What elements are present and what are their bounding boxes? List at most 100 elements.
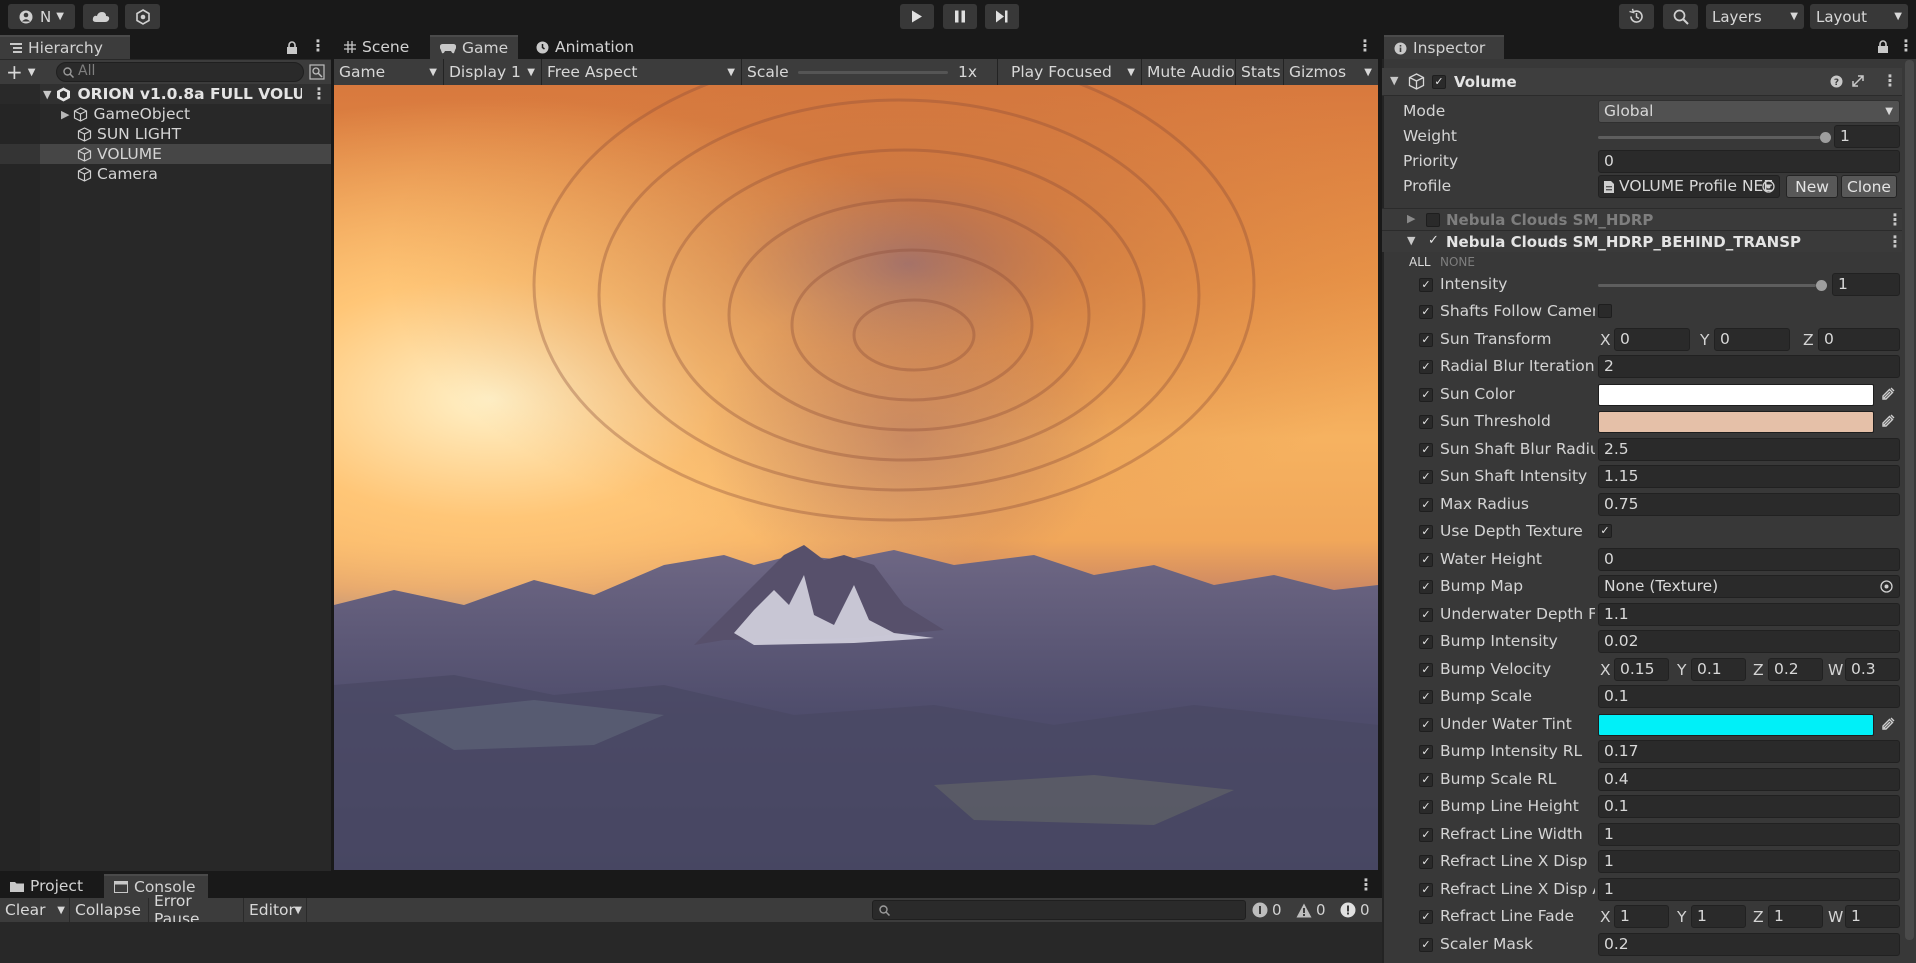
clear-dropdown[interactable]: Clear ▼ — [0, 898, 70, 922]
hierarchy-item-camera[interactable]: Camera — [0, 164, 331, 184]
weight-input[interactable]: 1 — [1834, 125, 1900, 148]
sun-transform-z-input[interactable]: 0 — [1818, 328, 1900, 351]
refract-fade-x-input[interactable]: 1 — [1614, 905, 1669, 928]
override-checkbox[interactable]: ✓ — [1419, 663, 1433, 677]
lock-icon[interactable] — [286, 41, 298, 54]
error-count-toggle[interactable]: 0 — [1340, 900, 1378, 920]
search-scene-icon[interactable] — [309, 64, 325, 80]
tab-inspector[interactable]: Inspector — [1384, 35, 1504, 59]
override-nebula-clouds-behind-header[interactable]: ▼ ✓ Nebula Clouds SM_HDRP_BEHIND_TRANSP … — [1382, 230, 1903, 252]
override-enabled-checkbox[interactable] — [1426, 213, 1440, 227]
play-button[interactable] — [900, 4, 934, 29]
stats-button[interactable]: Stats — [1236, 59, 1284, 85]
bump-intensity-input[interactable]: 0.02 — [1598, 630, 1900, 653]
tab-animation[interactable]: Animation — [526, 35, 644, 59]
kebab-menu-icon[interactable]: ⋮ — [1882, 71, 1898, 90]
kebab-menu-icon[interactable]: ⋮ — [310, 36, 326, 55]
use-depth-texture-checkbox[interactable]: ✓ — [1598, 524, 1612, 538]
hierarchy-search-field[interactable]: All — [56, 62, 304, 82]
eyedropper-icon[interactable] — [1882, 716, 1896, 730]
aspect-dropdown[interactable]: Free Aspect ▼ — [542, 59, 742, 85]
display-dropdown[interactable]: Display 1 ▼ — [444, 59, 542, 85]
under-water-tint-swatch[interactable] — [1598, 714, 1874, 736]
select-none-link[interactable]: NONE — [1440, 255, 1475, 269]
help-icon[interactable]: ? — [1830, 75, 1843, 88]
override-checkbox[interactable]: ✓ — [1419, 470, 1433, 484]
scaler-mask-input[interactable]: 0.2 — [1598, 933, 1900, 956]
cloud-button[interactable] — [83, 4, 118, 29]
volume-enabled-checkbox[interactable]: ✓ — [1432, 75, 1446, 89]
override-checkbox[interactable]: ✓ — [1419, 883, 1433, 897]
error-pause-button[interactable]: Error Pause — [149, 892, 244, 928]
radial-blur-input[interactable]: 2 — [1598, 355, 1900, 378]
game-viewport[interactable] — [334, 85, 1378, 870]
refract-fade-y-input[interactable]: 1 — [1691, 905, 1746, 928]
intensity-slider-handle[interactable] — [1816, 280, 1827, 291]
console-search-input[interactable] — [872, 900, 1246, 920]
override-checkbox[interactable]: ✓ — [1419, 498, 1433, 512]
override-checkbox[interactable]: ✓ — [1419, 388, 1433, 402]
refract-fade-z-input[interactable]: 1 — [1768, 905, 1823, 928]
kebab-menu-icon[interactable]: ⋮ — [1887, 232, 1903, 251]
sun-threshold-swatch[interactable] — [1598, 411, 1874, 433]
bump-scale-rl-input[interactable]: 0.4 — [1598, 768, 1900, 791]
priority-input[interactable]: 0 — [1598, 150, 1900, 173]
refract-line-width-input[interactable]: 1 — [1598, 823, 1900, 846]
tab-hierarchy[interactable]: Hierarchy — [0, 35, 130, 59]
bump-velocity-z-input[interactable]: 0.2 — [1768, 658, 1823, 681]
kebab-menu-icon[interactable]: ⋮ — [1898, 36, 1914, 55]
object-picker-icon[interactable] — [1762, 180, 1775, 193]
account-dropdown[interactable]: N ▼ — [8, 4, 75, 29]
override-nebula-clouds-header[interactable]: ▶ Nebula Clouds SM_HDRP ⋮ — [1382, 208, 1903, 230]
water-height-input[interactable]: 0 — [1598, 548, 1900, 571]
refract-fade-w-input[interactable]: 1 — [1845, 905, 1900, 928]
hierarchy-item-sun-light[interactable]: SUN LIGHT — [0, 124, 331, 144]
underwater-depth-input[interactable]: 1.1 — [1598, 603, 1900, 626]
view-type-dropdown[interactable]: Game ▼ — [334, 59, 444, 85]
override-checkbox[interactable]: ✓ — [1419, 415, 1433, 429]
play-focused-dropdown[interactable]: Play Focused ▼ — [1006, 59, 1142, 85]
override-checkbox[interactable]: ✓ — [1419, 553, 1433, 567]
bump-map-object-field[interactable]: None (Texture) — [1598, 575, 1900, 598]
override-checkbox[interactable]: ✓ — [1419, 855, 1433, 869]
kebab-menu-icon[interactable]: ⋮ — [1357, 36, 1373, 55]
sun-color-swatch[interactable] — [1598, 384, 1874, 406]
bump-velocity-x-input[interactable]: 0.15 — [1614, 658, 1669, 681]
tab-game[interactable]: Game — [430, 35, 519, 59]
search-button[interactable] — [1663, 4, 1698, 29]
override-checkbox[interactable]: ✓ — [1419, 333, 1433, 347]
profile-object-field[interactable]: VOLUME Profile NEE — [1598, 175, 1780, 198]
override-checkbox[interactable]: ✓ — [1419, 828, 1433, 842]
tab-scene[interactable]: Scene — [334, 35, 419, 59]
sun-transform-y-input[interactable]: 0 — [1714, 328, 1790, 351]
weight-slider-handle[interactable] — [1820, 132, 1831, 143]
eyedropper-icon[interactable] — [1882, 413, 1896, 427]
intensity-input[interactable]: 1 — [1832, 273, 1900, 296]
shaft-intensity-input[interactable]: 1.15 — [1598, 465, 1900, 488]
scale-slider[interactable]: Scale 1x — [742, 59, 998, 85]
override-checkbox[interactable]: ✓ — [1419, 360, 1433, 374]
override-checkbox[interactable]: ✓ — [1419, 580, 1433, 594]
collapse-button[interactable]: Collapse — [70, 898, 149, 922]
override-checkbox[interactable]: ✓ — [1419, 525, 1433, 539]
editor-dropdown[interactable]: Editor ▼ — [244, 898, 307, 922]
select-all-link[interactable]: ALL — [1409, 255, 1431, 269]
object-picker-icon[interactable] — [1880, 580, 1893, 593]
kebab-menu-icon[interactable]: ⋮ — [311, 84, 327, 103]
override-checkbox[interactable]: ✓ — [1419, 910, 1433, 924]
refract-line-x-disp-input[interactable]: 1 — [1598, 850, 1900, 873]
sun-transform-x-input[interactable]: 0 — [1614, 328, 1690, 351]
eyedropper-icon[interactable] — [1882, 386, 1896, 400]
override-checkbox[interactable]: ✓ — [1419, 690, 1433, 704]
shaft-blur-radius-input[interactable]: 2.5 — [1598, 438, 1900, 461]
scene-row[interactable]: ▼ ORION v1.0.8a FULL VOLUME I ⋮ — [0, 84, 331, 104]
intensity-slider-track[interactable] — [1598, 284, 1816, 287]
mute-audio-button[interactable]: Mute Audio — [1142, 59, 1236, 85]
max-radius-input[interactable]: 0.75 — [1598, 493, 1900, 516]
override-checkbox[interactable]: ✓ — [1419, 773, 1433, 787]
step-button[interactable] — [985, 4, 1019, 29]
override-checkbox[interactable]: ✓ — [1419, 635, 1433, 649]
warning-count-toggle[interactable]: 0 — [1296, 900, 1334, 920]
bump-line-height-input[interactable]: 0.1 — [1598, 795, 1900, 818]
log-count-toggle[interactable]: 0 — [1252, 900, 1290, 920]
